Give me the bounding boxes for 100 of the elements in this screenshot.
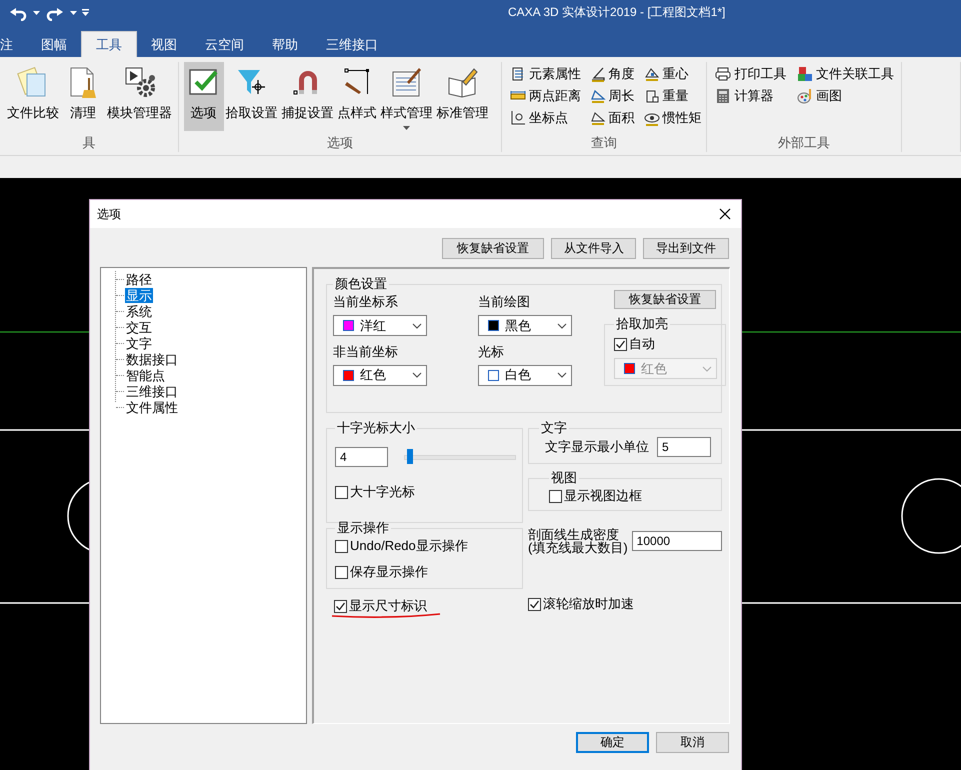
group-label: 外部工具: [777, 134, 832, 152]
ribbon-tab[interactable]: 三维接口: [312, 32, 392, 57]
ribbon-tab[interactable]: 注: [0, 32, 27, 57]
checkbox-label: 显示尺寸标识: [349, 597, 427, 615]
color-dropdown[interactable]: 黑色: [478, 315, 572, 336]
group-title: 十字光标大小: [336, 419, 416, 437]
field-label: 剖面线生成密度 (填充线最大数目): [528, 528, 628, 554]
checkbox-label: Undo/Redo显示操作: [350, 537, 468, 555]
chevron-down-icon: [557, 322, 567, 328]
toolbar-button[interactable]: 标准管理: [434, 62, 491, 131]
input-field[interactable]: 10000: [632, 531, 722, 551]
group-label: 选项: [326, 134, 354, 152]
field-label: 非当前坐标: [333, 342, 399, 360]
checkbox[interactable]: [334, 600, 347, 612]
calculator-icon: [715, 88, 732, 104]
dialog-button[interactable]: 恢复缺省设置: [442, 238, 544, 259]
ribbon-tab[interactable]: 视图: [137, 32, 191, 57]
dialog-button[interactable]: 取消: [656, 732, 729, 753]
toolbar-button[interactable]: 文件比较: [5, 62, 61, 131]
dialog-button[interactable]: 确定: [576, 732, 649, 753]
checkbox-label: 显示视图边框: [564, 487, 642, 505]
tree-item[interactable]: 路径: [125, 272, 153, 286]
color-dropdown[interactable]: 洋红: [333, 315, 427, 336]
toolbar-button[interactable]: 打印工具: [715, 64, 794, 84]
axes-icon: [510, 110, 526, 126]
cubes-icon: [797, 66, 814, 82]
checkbox-label: 大十字光标: [350, 483, 415, 501]
ribbon-tab[interactable]: 云空间: [191, 32, 258, 57]
chevron-down-icon: [557, 372, 567, 378]
palette-icon: [797, 88, 814, 104]
triangle-icon: [590, 110, 606, 126]
toolbar-button[interactable]: 模块管理器: [105, 62, 174, 131]
dialog-title: 选项: [97, 206, 121, 222]
checkbox[interactable]: [335, 566, 348, 578]
toolbar-button[interactable]: 选项: [184, 62, 224, 131]
checkbox-label: 保存显示操作: [350, 563, 428, 581]
field-label: 文字显示最小单位: [545, 438, 649, 456]
ribbon-tab[interactable]: 帮助: [258, 32, 312, 57]
toolbar-button[interactable]: 清理: [65, 62, 101, 131]
toolbar-button[interactable]: 拾取设置: [224, 62, 280, 131]
checkbox-label: 滚轮缩放时加速: [543, 595, 634, 613]
chevron-down-icon: [702, 366, 712, 372]
toolbar-button[interactable]: 计算器: [715, 86, 794, 106]
toolbar-button[interactable]: 坐标点: [510, 108, 586, 128]
slider-thumb[interactable]: [407, 448, 414, 464]
tree-item[interactable]: 文字: [125, 336, 153, 350]
toolbar-button[interactable]: 捕捉设置: [280, 62, 336, 131]
color-dropdown[interactable]: 红色: [333, 364, 427, 386]
field-label: 光标: [478, 342, 505, 360]
angle-icon: [590, 66, 606, 82]
toolbar-button[interactable]: 文件关联工具: [797, 64, 901, 84]
toolbar-button[interactable]: 元素属性: [510, 64, 586, 84]
weight-icon: [644, 88, 660, 104]
toolbar-button[interactable]: 角度: [590, 64, 640, 84]
toolbar-button[interactable]: 重量: [644, 86, 706, 106]
toolbar-button[interactable]: 惯性矩: [644, 108, 706, 128]
checkbox[interactable]: [549, 490, 562, 502]
tree-item[interactable]: 显示: [125, 288, 153, 302]
book-icon: [446, 66, 479, 98]
tree-item[interactable]: 文件属性: [125, 400, 179, 414]
group-title: 文字: [540, 419, 568, 437]
form-icon: [390, 66, 423, 98]
ribbon-tab[interactable]: 工具: [81, 31, 137, 57]
group-title: 显示操作: [336, 519, 390, 537]
customize-icon: [82, 9, 89, 16]
ribbon-tab[interactable]: 图幅: [27, 32, 81, 57]
tree-item[interactable]: 交互: [125, 320, 153, 334]
toolbar-button[interactable]: 两点距离: [510, 86, 586, 106]
dialog-button[interactable]: 导出到文件: [643, 238, 729, 259]
tree-item[interactable]: 智能点: [125, 368, 166, 382]
toolbar-button[interactable]: 画图: [797, 86, 901, 106]
group-label: 具: [81, 134, 96, 152]
toolbar-button[interactable]: 周长: [590, 86, 640, 106]
tree-item[interactable]: 系统: [125, 304, 153, 318]
input-field[interactable]: 5: [657, 437, 711, 457]
checkbox[interactable]: [335, 540, 348, 552]
chevron-down-icon: [412, 372, 422, 378]
triangle-icon: [590, 88, 606, 104]
checkbox[interactable]: [335, 486, 348, 498]
tree-item[interactable]: 数据接口: [125, 352, 179, 366]
toolbar-button[interactable]: 面积: [590, 108, 640, 128]
tree-item[interactable]: 三维接口: [125, 384, 179, 398]
window-title: CAXA 3D 实体设计2019 - [工程图文档1*]: [508, 4, 726, 21]
group-title: 拾取加亮: [615, 315, 669, 333]
toolbar-button[interactable]: 点样式: [336, 62, 379, 131]
caret-icon: [33, 10, 40, 14]
triangle-icon: [644, 66, 660, 82]
group-label: 查询: [590, 134, 618, 152]
checkbox-label: 自动: [629, 335, 655, 353]
dialog-button[interactable]: 从文件导入: [551, 238, 636, 259]
printer-icon: [715, 66, 732, 82]
chevron-down-icon: [412, 322, 422, 328]
toolbar-button[interactable]: 样式管理: [378, 62, 435, 131]
group-title: 颜色设置: [334, 275, 388, 293]
input-field[interactable]: 4: [335, 447, 388, 467]
color-dropdown[interactable]: 白色: [478, 364, 572, 386]
reset-button[interactable]: 恢复缺省设置: [614, 290, 716, 309]
group-title: 视图: [550, 469, 578, 487]
toolbar-button[interactable]: 重心: [644, 64, 706, 84]
checkbox[interactable]: [528, 598, 541, 610]
